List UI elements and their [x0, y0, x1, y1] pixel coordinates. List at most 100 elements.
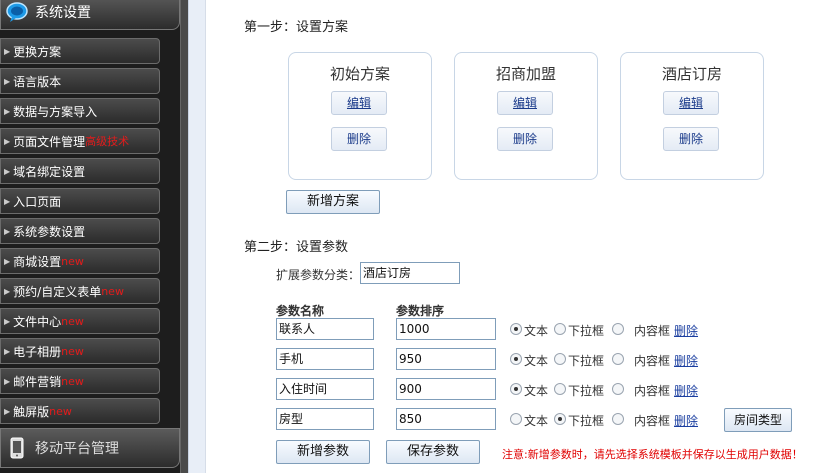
edit-scheme-button[interactable]: 编辑: [497, 91, 553, 115]
category-field[interactable]: 酒店订房: [360, 262, 460, 284]
room-type-button[interactable]: 房间类型: [724, 408, 792, 432]
radio-text-label: 文本: [524, 324, 549, 338]
sidebar-item-label: 更换方案: [13, 44, 62, 59]
mobile-platform-header[interactable]: 移动平台管理: [0, 428, 180, 468]
sidebar-item[interactable]: ▶ 语言版本: [0, 68, 160, 94]
scheme-card-hotel: 酒店订房 编辑 删除: [620, 52, 764, 180]
main-content: 第一步：设置方案 初始方案 编辑 删除 招商加盟 编辑 删除 酒店订房 编辑 删…: [206, 0, 830, 473]
arrow-right-icon: ▶: [4, 226, 11, 236]
scheme-card-initial: 初始方案 编辑 删除: [288, 52, 432, 180]
sidebar-item-tag: new: [101, 284, 124, 298]
sidebar-item[interactable]: ▶ 页面文件管理 高级技术: [0, 128, 160, 154]
radio-dropdown-label: 下拉框: [568, 414, 605, 428]
delete-scheme-button[interactable]: 删除: [331, 127, 387, 151]
edit-scheme-button[interactable]: 编辑: [663, 91, 719, 115]
radio-content[interactable]: [612, 323, 624, 335]
param-name-input[interactable]: 联系人: [276, 318, 374, 340]
arrow-right-icon: ▶: [4, 196, 11, 206]
scheme-card-franchise: 招商加盟 编辑 删除: [454, 52, 598, 180]
radio-content[interactable]: [612, 353, 624, 365]
delete-scheme-button[interactable]: 删除: [497, 127, 553, 151]
step1-title: 第一步：设置方案: [244, 20, 349, 35]
radio-dropdown-label: 下拉框: [568, 324, 605, 338]
arrow-right-icon: ▶: [4, 166, 11, 176]
arrow-right-icon: ▶: [4, 76, 11, 86]
radio-dropdown-label: 下拉框: [568, 384, 605, 398]
sidebar-item-label: 商城设置: [13, 254, 62, 269]
param-order-input[interactable]: 950: [396, 348, 496, 370]
delete-scheme-button[interactable]: 删除: [663, 127, 719, 151]
add-param-button[interactable]: 新增参数: [276, 440, 370, 464]
save-param-button[interactable]: 保存参数: [386, 440, 480, 464]
system-settings-header[interactable]: 系统设置: [0, 0, 180, 30]
sidebar: 系统设置 ▶ 更换方案 ▶ 语言版本 ▶ 数据与方案导入 ▶ 页面文件管理 高级技术 ▶ 域名绑定设…: [0, 0, 188, 473]
radio-content[interactable]: [612, 413, 624, 425]
sidebar-item[interactable]: ▶ 更换方案: [0, 38, 160, 64]
param-order-input[interactable]: 1000: [396, 318, 496, 340]
sidebar-item[interactable]: ▶ 邮件营销 new: [0, 368, 160, 394]
sidebar-item[interactable]: ▶ 电子相册 new: [0, 338, 160, 364]
sidebar-item-tag: new: [61, 344, 84, 358]
chat-bubble-icon: [6, 2, 28, 22]
sidebar-item-label: 域名绑定设置: [13, 164, 86, 179]
param-order-input[interactable]: 900: [396, 378, 496, 400]
param-name-input[interactable]: 房型: [276, 408, 374, 430]
radio-content-label: 内容框: [634, 324, 671, 338]
radio-text[interactable]: [510, 413, 522, 425]
sidebar-item[interactable]: ▶ 预约/自定义表单 new: [0, 278, 160, 304]
param-order-input[interactable]: 850: [396, 408, 496, 430]
sidebar-item-tag: new: [49, 404, 72, 418]
radio-text-label: 文本: [524, 384, 549, 398]
radio-text-label: 文本: [524, 354, 549, 368]
param-name-input[interactable]: 手机: [276, 348, 374, 370]
radio-dropdown-label: 下拉框: [568, 354, 605, 368]
delete-param-link[interactable]: 删除: [674, 412, 698, 429]
sidebar-edge: [180, 0, 188, 473]
sidebar-item-label: 预约/自定义表单: [13, 284, 102, 299]
mobile-phone-icon: [10, 437, 24, 459]
radio-text[interactable]: [510, 383, 522, 395]
add-scheme-button[interactable]: 新增方案: [286, 190, 380, 214]
sidebar-item-label: 触屏版: [13, 404, 50, 419]
step2-title: 第二步：设置参数: [244, 240, 349, 255]
arrow-right-icon: ▶: [4, 106, 11, 116]
sidebar-item-label: 文件中心: [13, 314, 62, 329]
radio-dropdown[interactable]: [554, 383, 566, 395]
arrow-right-icon: ▶: [4, 316, 11, 326]
arrow-right-icon: ▶: [4, 406, 11, 416]
system-settings-title: 系统设置: [35, 5, 91, 21]
radio-dropdown[interactable]: [554, 323, 566, 335]
sidebar-item-tag: new: [61, 314, 84, 328]
sidebar-item[interactable]: ▶ 商城设置 new: [0, 248, 160, 274]
arrow-right-icon: ▶: [4, 376, 11, 386]
radio-content-label: 内容框: [634, 414, 671, 428]
sidebar-item[interactable]: ▶ 文件中心 new: [0, 308, 160, 334]
sidebar-item-tag: new: [61, 254, 84, 268]
mobile-platform-title: 移动平台管理: [35, 441, 119, 457]
delete-param-link[interactable]: 删除: [674, 322, 698, 339]
radio-content[interactable]: [612, 383, 624, 395]
warning-note: 注意:新增参数时，请先选择系统模板并保存以生成用户数据！: [502, 448, 803, 461]
sidebar-item[interactable]: ▶ 触屏版 new: [0, 398, 160, 424]
radio-dropdown[interactable]: [554, 413, 566, 425]
radio-dropdown[interactable]: [554, 353, 566, 365]
radio-text[interactable]: [510, 323, 522, 335]
category-label: 扩展参数分类：: [276, 268, 361, 282]
sidebar-menu: ▶ 更换方案 ▶ 语言版本 ▶ 数据与方案导入 ▶ 页面文件管理 高级技术 ▶ 域名绑定设置 ▶ 入口页…: [0, 38, 180, 428]
sidebar-item-label: 电子相册: [13, 344, 62, 359]
delete-param-link[interactable]: 删除: [674, 352, 698, 369]
splitter-bar[interactable]: [188, 0, 206, 473]
arrow-right-icon: ▶: [4, 346, 11, 356]
delete-param-link[interactable]: 删除: [674, 382, 698, 399]
edit-scheme-button[interactable]: 编辑: [331, 91, 387, 115]
sidebar-item-label: 数据与方案导入: [13, 104, 98, 119]
radio-text[interactable]: [510, 353, 522, 365]
scheme-card-title: 初始方案: [329, 65, 390, 83]
sidebar-item[interactable]: ▶ 域名绑定设置: [0, 158, 160, 184]
arrow-right-icon: ▶: [4, 286, 11, 296]
sidebar-item[interactable]: ▶ 系统参数设置: [0, 218, 160, 244]
param-name-input[interactable]: 入住时间: [276, 378, 374, 400]
sidebar-item[interactable]: ▶ 入口页面: [0, 188, 160, 214]
sidebar-item-tag: new: [61, 374, 84, 388]
sidebar-item[interactable]: ▶ 数据与方案导入: [0, 98, 160, 124]
